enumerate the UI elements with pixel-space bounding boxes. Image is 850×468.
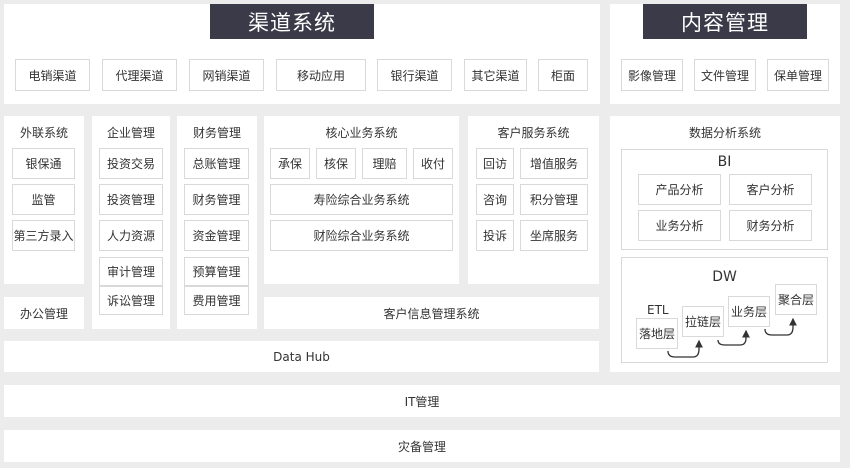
core-item[interactable]: 核保 — [316, 148, 356, 179]
customer-info-management[interactable]: 客户信息管理系统 — [264, 297, 599, 329]
core-business-title: 核心业务系统 — [325, 125, 398, 140]
channel-item[interactable]: 其它渠道 — [464, 59, 527, 91]
channel-item[interactable]: 柜面 — [538, 59, 588, 91]
bi-item[interactable]: 客户分析 — [729, 174, 812, 205]
enterprise-item[interactable]: 审计管理 — [99, 257, 163, 286]
it-management[interactable]: IT管理 — [4, 385, 840, 417]
office-management[interactable]: 办公管理 — [4, 297, 84, 329]
etl-label: ETL — [647, 303, 669, 317]
customer-service-item[interactable]: 咨询 — [476, 184, 514, 215]
channel-item[interactable]: 代理渠道 — [102, 59, 177, 91]
enterprise-item[interactable]: 诉讼管理 — [99, 286, 163, 315]
data-hub[interactable]: Data Hub — [4, 341, 599, 372]
core-item[interactable]: 理赔 — [362, 148, 407, 179]
channel-item[interactable]: 银行渠道 — [377, 59, 452, 91]
finance-item[interactable]: 资金管理 — [184, 220, 249, 251]
core-item[interactable]: 承保 — [270, 148, 310, 179]
content-management-title: 内容管理 — [643, 4, 807, 39]
bi-item[interactable]: 财务分析 — [729, 210, 812, 241]
external-item[interactable]: 银保通 — [12, 148, 75, 179]
data-analysis-title: 数据分析系统 — [688, 125, 761, 140]
dw-layer[interactable]: 落地层 — [636, 318, 678, 349]
enterprise-management-title: 企业管理 — [106, 125, 155, 140]
dw-layer[interactable]: 拉链层 — [682, 306, 724, 337]
content-item[interactable]: 影像管理 — [621, 59, 683, 91]
finance-item[interactable]: 预算管理 — [184, 257, 249, 286]
channel-item[interactable]: 移动应用 — [276, 59, 366, 91]
customer-service-item[interactable]: 坐席服务 — [520, 220, 588, 251]
bi-item[interactable]: 业务分析 — [638, 210, 721, 241]
finance-item[interactable]: 财务管理 — [184, 184, 249, 215]
bi-title: BI — [717, 154, 732, 170]
customer-service-item[interactable]: 投诉 — [476, 220, 514, 251]
channel-item[interactable]: 网销渠道 — [189, 59, 264, 91]
life-insurance-system[interactable]: 寿险综合业务系统 — [270, 184, 453, 215]
customer-service-item[interactable]: 积分管理 — [520, 184, 588, 215]
bi-item[interactable]: 产品分析 — [638, 174, 721, 205]
external-systems-title: 外联系统 — [19, 125, 68, 140]
channel-system-title: 渠道系统 — [210, 4, 374, 39]
enterprise-item[interactable]: 投资管理 — [99, 184, 163, 215]
external-item[interactable]: 第三方录入 — [12, 220, 75, 251]
customer-service-title: 客户服务系统 — [497, 125, 570, 140]
channel-item[interactable]: 电销渠道 — [15, 59, 90, 91]
dw-layer[interactable]: 聚合层 — [775, 284, 817, 315]
finance-item[interactable]: 总账管理 — [184, 148, 249, 179]
customer-service-item[interactable]: 回访 — [476, 148, 514, 179]
external-item[interactable]: 监管 — [12, 184, 75, 215]
enterprise-item[interactable]: 投资交易 — [99, 148, 163, 179]
finance-item[interactable]: 费用管理 — [184, 286, 249, 315]
dw-layer[interactable]: 业务层 — [728, 296, 770, 327]
content-item[interactable]: 文件管理 — [694, 59, 756, 91]
property-insurance-system[interactable]: 财险综合业务系统 — [270, 220, 453, 251]
customer-service-item[interactable]: 增值服务 — [520, 148, 588, 179]
content-item[interactable]: 保单管理 — [767, 59, 829, 91]
core-item[interactable]: 收付 — [413, 148, 453, 179]
enterprise-item[interactable]: 人力资源 — [99, 220, 163, 251]
finance-management-title: 财务管理 — [192, 125, 241, 140]
disaster-recovery-management[interactable]: 灾备管理 — [4, 430, 840, 462]
